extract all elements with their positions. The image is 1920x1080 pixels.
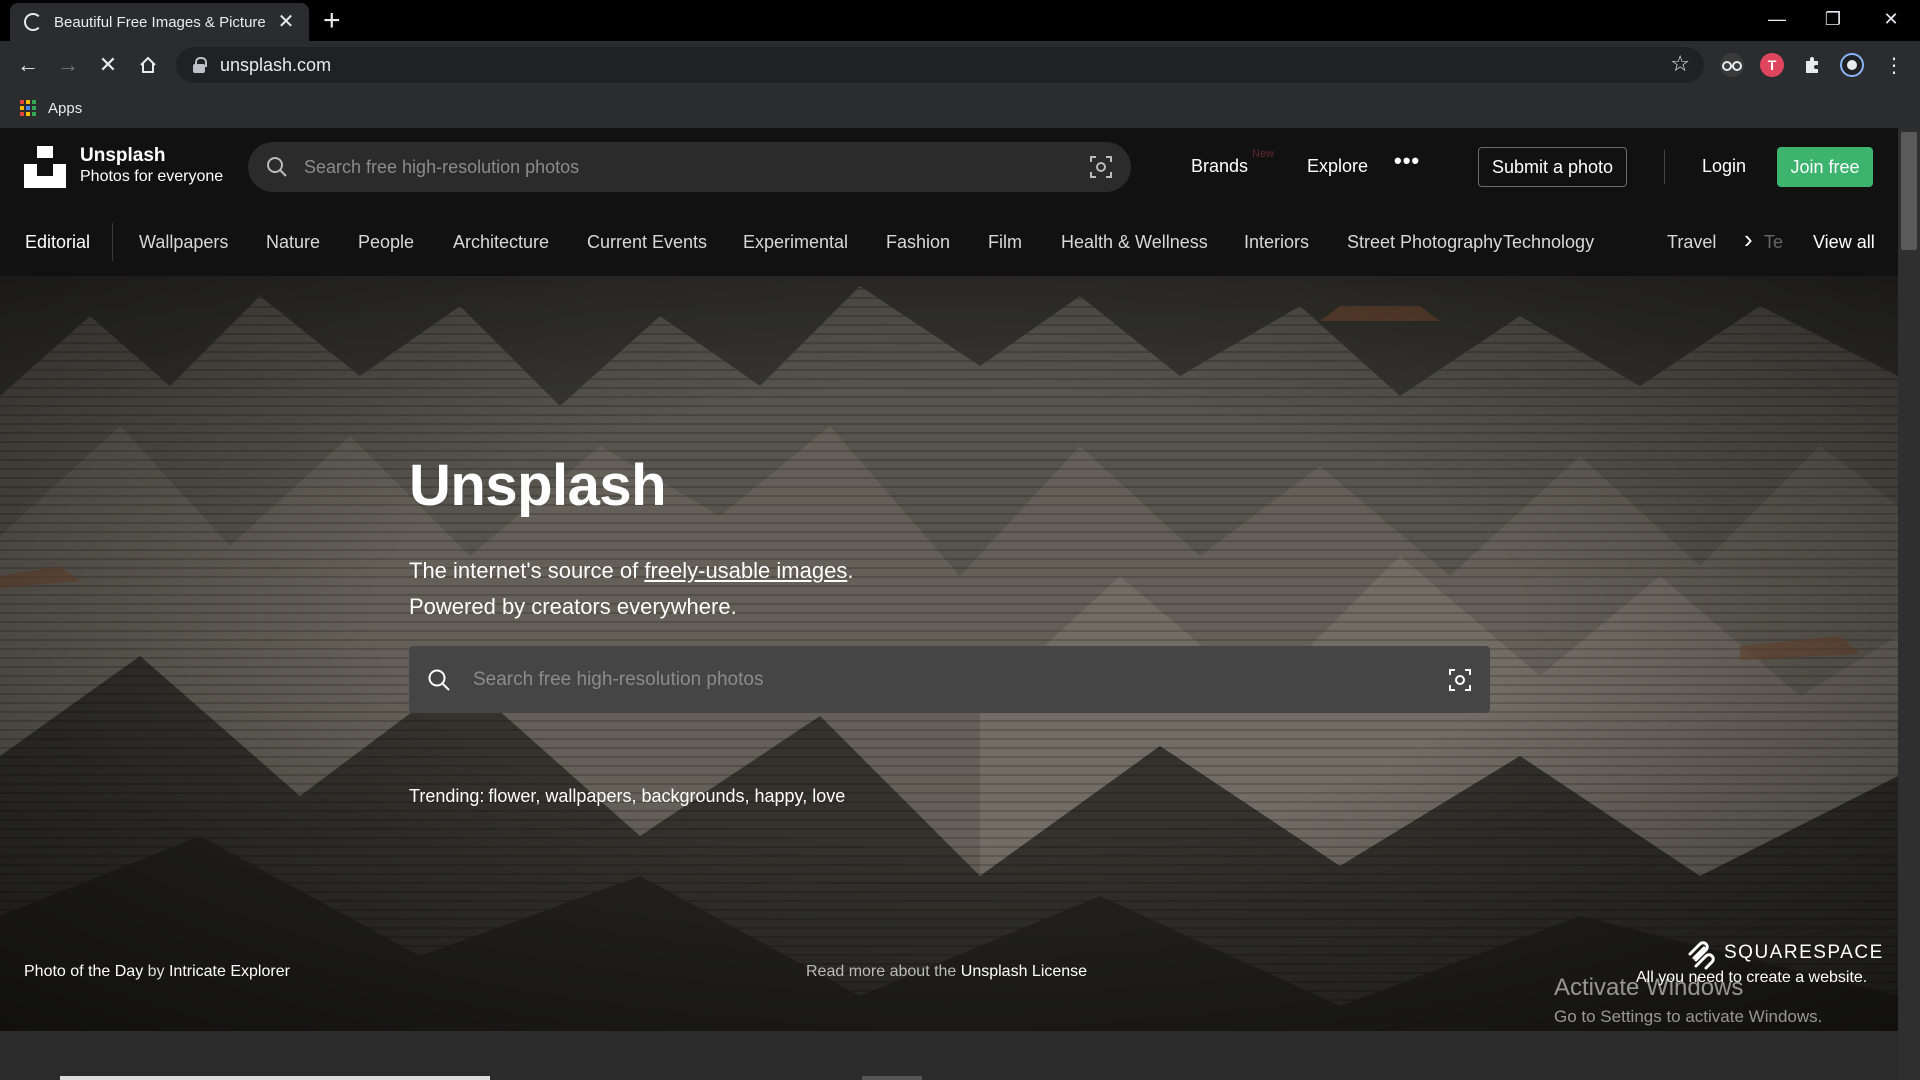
new-tab-icon[interactable]: +: [323, 6, 341, 36]
page-viewport: Unsplash Photos for everyone Brands New …: [0, 128, 1920, 1080]
license-note: Read more about the Unsplash License: [806, 963, 1087, 981]
photographer-link[interactable]: Intricate Explorer: [169, 963, 290, 980]
explore-link[interactable]: Explore: [1307, 156, 1368, 177]
hero-subtitle-line1: The internet's source of freely-usable i…: [409, 553, 853, 589]
browser-tab-active[interactable]: Beautiful Free Images & Pictures ✕: [10, 3, 309, 41]
category-fashion[interactable]: Fashion: [886, 232, 950, 253]
category-travel[interactable]: Travel: [1667, 232, 1716, 253]
potd-by: by: [143, 963, 169, 980]
trending-terms[interactable]: flower, wallpapers, backgrounds, happy, …: [488, 786, 845, 806]
browser-tabstrip: Beautiful Free Images & Pictures ✕ + — ❐…: [0, 0, 1920, 41]
trending-label: Trending:: [409, 786, 485, 806]
visual-search-icon[interactable]: [1089, 155, 1113, 179]
hero-subtitle: The internet's source of freely-usable i…: [409, 553, 853, 625]
browser-toolbar: ← → ✕ unsplash.com ☆ T ⋮: [0, 41, 1920, 88]
category-technology[interactable]: Technology: [1503, 232, 1594, 253]
freely-usable-images-link[interactable]: freely-usable images: [644, 558, 847, 583]
license-prefix: Read more about the: [806, 963, 961, 980]
search-icon[interactable]: [427, 668, 451, 692]
new-badge: New: [1252, 148, 1275, 160]
brand-name[interactable]: Unsplash: [80, 145, 166, 167]
extension-glasses-icon[interactable]: [1720, 53, 1744, 77]
category-faded-overflow: Te: [1764, 232, 1784, 252]
category-health-wellness[interactable]: Health & Wellness: [1061, 232, 1208, 253]
header-search-input[interactable]: [304, 156, 1089, 178]
unsplash-license-link[interactable]: Unsplash License: [961, 963, 1087, 980]
address-url: unsplash.com: [220, 54, 332, 75]
bookmark-apps[interactable]: Apps: [48, 100, 82, 117]
page-scrollbar[interactable]: [1898, 128, 1920, 1080]
category-interiors[interactable]: Interiors: [1244, 232, 1309, 253]
restore-icon[interactable]: ❐: [1806, 0, 1860, 38]
scrollbar-thumb[interactable]: [1901, 132, 1917, 250]
stop-loading-icon[interactable]: ✕: [92, 49, 124, 81]
category-wallpapers[interactable]: Wallpapers: [139, 232, 228, 253]
submit-photo-button[interactable]: Submit a photo: [1478, 147, 1627, 187]
category-current-events[interactable]: Current Events: [587, 232, 707, 253]
visual-search-icon[interactable]: [1448, 668, 1472, 692]
hero-title: Unsplash: [409, 453, 667, 518]
minimize-icon[interactable]: —: [1750, 0, 1804, 38]
apps-grid-icon[interactable]: [20, 100, 36, 116]
chevron-right-icon[interactable]: ›: [1744, 224, 1753, 255]
bookmark-star-icon[interactable]: ☆: [1670, 51, 1690, 77]
forward-icon[interactable]: →: [52, 49, 84, 81]
tab-title: Beautiful Free Images & Pictures: [54, 13, 265, 31]
hero-sub-suffix: .: [847, 558, 854, 583]
photo-of-the-day-link[interactable]: Photo of the Day: [24, 963, 143, 980]
bookmarks-bar: Apps: [0, 88, 1920, 128]
photo-of-the-day: Photo of the Day by Intricate Explorer: [24, 963, 290, 981]
header-search-bar[interactable]: [248, 142, 1131, 192]
hero-subtitle-line2: Powered by creators everywhere.: [409, 594, 737, 619]
login-link[interactable]: Login: [1702, 156, 1746, 177]
hero-sub-prefix: The internet's source of: [409, 558, 645, 583]
lock-icon[interactable]: [192, 57, 207, 73]
category-architecture[interactable]: Architecture: [453, 232, 549, 253]
category-street-photography[interactable]: Street Photography: [1347, 232, 1502, 253]
window-close-icon[interactable]: ✕: [1864, 0, 1918, 38]
trending-searches: Trending: flower, wallpapers, backgrounds…: [409, 786, 845, 807]
category-editorial[interactable]: Editorial: [25, 232, 90, 253]
section-tab-indicator: [60, 1076, 490, 1080]
squarespace-logo-icon[interactable]: [1686, 940, 1716, 970]
header-divider: [1664, 150, 1665, 184]
category-nature[interactable]: Nature: [266, 232, 320, 253]
category-separator: [112, 223, 113, 261]
hero-search-input[interactable]: [473, 668, 1448, 691]
browser-menu-icon[interactable]: ⋮: [1878, 49, 1910, 81]
back-icon[interactable]: ←: [12, 49, 44, 81]
sponsor-tagline[interactable]: All you need to create a website.: [1636, 969, 1867, 987]
home-icon[interactable]: [132, 49, 164, 81]
section-tab-indicator-secondary: [862, 1076, 922, 1080]
view-all-link[interactable]: View all: [1813, 232, 1875, 253]
activate-windows-subtitle: Go to Settings to activate Windows.: [1554, 1007, 1823, 1026]
extension-t-label: T: [1767, 57, 1777, 73]
below-hero-area: [0, 1031, 1898, 1080]
close-tab-icon[interactable]: ✕: [277, 12, 295, 32]
category-experimental[interactable]: Experimental: [743, 232, 848, 253]
brands-link[interactable]: Brands: [1191, 156, 1248, 177]
loading-spinner-icon: [24, 13, 42, 31]
unsplash-logo-icon[interactable]: [24, 146, 66, 188]
profile-avatar-icon[interactable]: [1840, 53, 1864, 77]
address-bar[interactable]: unsplash.com ☆: [176, 47, 1704, 83]
brand-tagline: Photos for everyone: [80, 168, 224, 185]
sponsor-name[interactable]: SQUARESPACE: [1724, 942, 1884, 964]
site-header: Unsplash Photos for everyone Brands New …: [0, 128, 1898, 276]
hero-search-bar[interactable]: [409, 646, 1490, 713]
category-film[interactable]: Film: [988, 232, 1022, 253]
category-people[interactable]: People: [358, 232, 414, 253]
more-options-icon[interactable]: •••: [1394, 148, 1420, 174]
join-free-button[interactable]: Join free: [1777, 147, 1873, 187]
hero-section: Unsplash The internet's source of freely…: [0, 276, 1898, 1031]
search-icon[interactable]: [266, 156, 288, 178]
extensions-puzzle-icon[interactable]: [1800, 53, 1824, 77]
extension-t-icon[interactable]: T: [1760, 53, 1784, 77]
